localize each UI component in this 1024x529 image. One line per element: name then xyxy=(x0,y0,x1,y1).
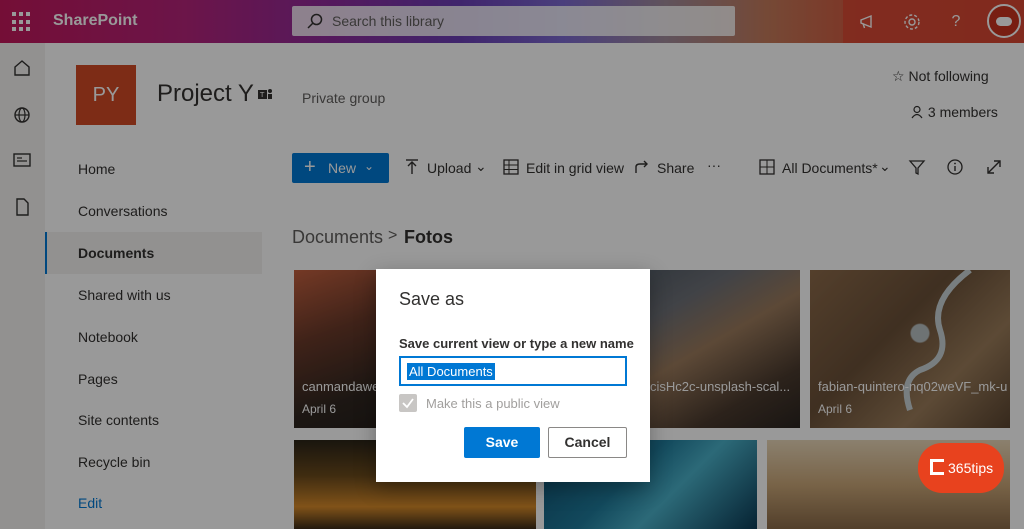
public-view-label: Make this a public view xyxy=(426,396,560,411)
watermark-badge: 365tips xyxy=(918,443,1004,493)
office-logo-icon xyxy=(930,459,944,475)
save-as-dialog: Save as Save current view or type a new … xyxy=(376,269,650,482)
public-view-checkbox[interactable] xyxy=(399,394,417,412)
save-button[interactable]: Save xyxy=(464,427,540,458)
checkmark-icon xyxy=(402,398,414,409)
badge-text: 365tips xyxy=(948,460,994,476)
view-name-label: Save current view or type a new name xyxy=(399,336,634,351)
view-name-value: All Documents xyxy=(407,363,495,380)
view-name-input[interactable]: All Documents xyxy=(399,356,627,386)
cancel-button[interactable]: Cancel xyxy=(548,427,627,458)
dialog-title: Save as xyxy=(399,289,465,309)
